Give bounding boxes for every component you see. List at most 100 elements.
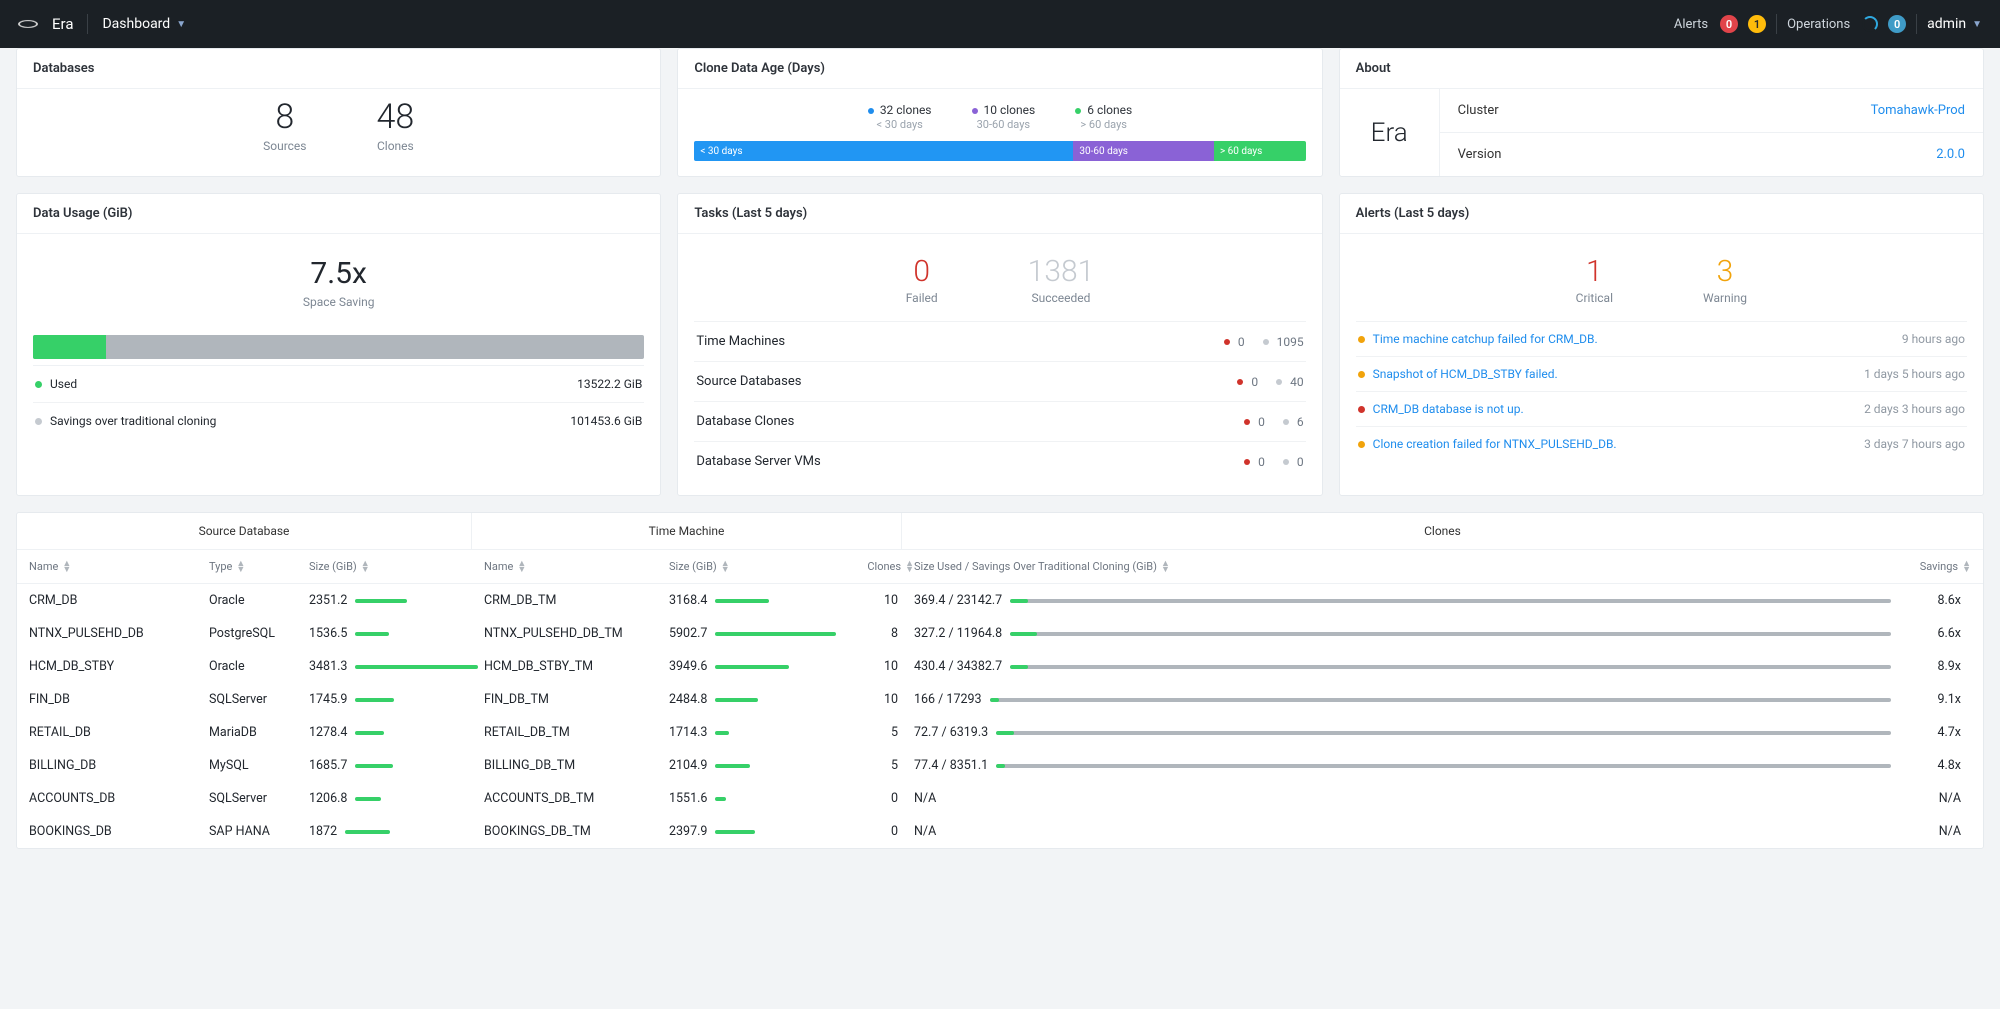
tasks-failed-stat[interactable]: 0 Failed [906, 254, 938, 305]
task-row[interactable]: Database Server VMs 0 0 [694, 441, 1305, 481]
table-row[interactable]: BILLING_DB MySQL 1685.7 BILLING_DB_TM 21… [17, 749, 1983, 782]
clones-stat[interactable]: 48 Clones [377, 97, 415, 153]
about-row: ClusterTomahawk-Prod [1440, 89, 1983, 133]
clone-age-bar-segment: < 30 days [694, 141, 1073, 161]
table-row[interactable]: BOOKINGS_DB SAP HANA 1872 BOOKINGS_DB_TM… [17, 815, 1983, 848]
brand: Era [52, 15, 73, 33]
usage-value: 13522.2 GiB [577, 377, 642, 391]
card-title: Tasks (Last 5 days) [678, 194, 1321, 234]
page: Databases 8 Sources 48 Clones Clone Data… [0, 48, 2000, 869]
card-about: About Era ClusterTomahawk-ProdVersion2.0… [1339, 48, 1984, 177]
alerts-critical-stat[interactable]: 1 Critical [1576, 254, 1613, 305]
nav-dashboard[interactable]: Dashboard ▼ [102, 16, 186, 32]
clone-age-legend: 32 clones< 30 days10 clones30-60 days6 c… [694, 103, 1305, 131]
task-row[interactable]: Database Clones 0 6 [694, 401, 1305, 441]
divider [1776, 14, 1777, 34]
space-saving-value: 7.5x [33, 256, 644, 291]
alert-link[interactable]: Clone creation failed for NTNX_PULSEHD_D… [1373, 437, 1617, 451]
col-size[interactable]: Size (GiB)▲▼ [309, 560, 484, 573]
table-row[interactable]: NTNX_PULSEHD_DB PostgreSQL 1536.5 NTNX_P… [17, 617, 1983, 650]
dot-fail-icon [1224, 339, 1230, 345]
cell-savings-detail: 166 / 17293 [914, 692, 1891, 707]
task-row[interactable]: Source Databases 0 40 [694, 361, 1305, 401]
divider [1916, 14, 1917, 34]
card-databases: Databases 8 Sources 48 Clones [16, 48, 661, 177]
cell-savings-detail: N/A [914, 791, 1891, 806]
cell-savings-detail: 327.2 / 11964.8 [914, 626, 1891, 641]
table-row[interactable]: HCM_DB_STBY Oracle 3481.3 HCM_DB_STBY_TM… [17, 650, 1983, 683]
col-type[interactable]: Type▲▼ [209, 560, 309, 573]
cell-type: SAP HANA [209, 824, 309, 839]
clone-age-bar-segment: 30-60 days [1073, 141, 1214, 161]
cell-size: 3481.3 [309, 659, 484, 674]
task-label: Time Machines [696, 334, 785, 349]
col-clones[interactable]: Clones▲▼ [849, 560, 914, 573]
alert-dot-icon [1358, 441, 1365, 448]
group-clones: Clones [902, 513, 1983, 550]
alerts-label[interactable]: Alerts [1674, 17, 1708, 32]
usage-legend-row: Savings over traditional cloning101453.6… [33, 402, 644, 439]
cell-savings-detail: 369.4 / 23142.7 [914, 593, 1891, 608]
cell-tm-name: CRM_DB_TM [484, 593, 669, 608]
tasks-failed-label: Failed [906, 291, 938, 305]
cell-tm-size: 5902.7 [669, 626, 849, 641]
about-value-link[interactable]: Tomahawk-Prod [1871, 103, 1965, 118]
col-tm-name[interactable]: Name▲▼ [484, 560, 669, 573]
operations-label[interactable]: Operations [1787, 17, 1850, 32]
alert-link[interactable]: Time machine catchup failed for CRM_DB. [1373, 332, 1598, 346]
savings-table: Source Database Time Machine Clones Name… [16, 512, 1984, 849]
cell-type: PostgreSQL [209, 626, 309, 641]
alert-row[interactable]: Snapshot of HCM_DB_STBY failed.1 days 5 … [1356, 356, 1967, 391]
alert-link[interactable]: CRM_DB database is not up. [1373, 402, 1524, 416]
table-row[interactable]: FIN_DB SQLServer 1745.9 FIN_DB_TM 2484.8… [17, 683, 1983, 716]
topbar-left: Era Dashboard ▼ [18, 14, 186, 34]
operations-count-badge[interactable]: 0 [1888, 15, 1906, 33]
alert-row[interactable]: Clone creation failed for NTNX_PULSEHD_D… [1356, 426, 1967, 461]
alert-link[interactable]: Snapshot of HCM_DB_STBY failed. [1373, 367, 1558, 381]
cell-type: Oracle [209, 659, 309, 674]
sources-stat[interactable]: 8 Sources [263, 97, 306, 153]
usage-value: 101453.6 GiB [570, 414, 642, 428]
card-title: Data Usage (GiB) [17, 194, 660, 234]
cell-clones: 5 [849, 758, 914, 773]
user-menu[interactable]: admin ▼ [1927, 16, 1982, 32]
user-label: admin [1927, 16, 1966, 32]
group-source-db: Source Database [17, 513, 472, 550]
cell-savings-detail: 77.4 / 8351.1 [914, 758, 1891, 773]
alerts-warning-label: Warning [1703, 291, 1747, 305]
alert-row[interactable]: Time machine catchup failed for CRM_DB.9… [1356, 321, 1967, 356]
sources-label: Sources [263, 139, 306, 153]
col-tm-size[interactable]: Size (GiB)▲▼ [669, 560, 849, 573]
cell-clones: 0 [849, 824, 914, 839]
cell-size: 1278.4 [309, 725, 484, 740]
sort-icon: ▲▼ [1161, 561, 1170, 573]
alerts-warning-stat[interactable]: 3 Warning [1703, 254, 1747, 305]
clone-age-legend-item: 10 clones30-60 days [972, 103, 1036, 131]
cell-type: Oracle [209, 593, 309, 608]
task-row[interactable]: Time Machines 0 1095 [694, 321, 1305, 361]
cell-tm-size: 2104.9 [669, 758, 849, 773]
cell-tm-size: 1714.3 [669, 725, 849, 740]
alerts-warning-badge[interactable]: 1 [1748, 15, 1766, 33]
alert-row[interactable]: CRM_DB database is not up.2 days 3 hours… [1356, 391, 1967, 426]
clones-count: 48 [377, 97, 415, 137]
sort-icon: ▲▼ [361, 561, 370, 573]
cell-savings: 9.1x [1891, 692, 1971, 707]
cell-tm-name: RETAIL_DB_TM [484, 725, 669, 740]
cell-type: MySQL [209, 758, 309, 773]
table-row[interactable]: ACCOUNTS_DB SQLServer 1206.8 ACCOUNTS_DB… [17, 782, 1983, 815]
col-savings[interactable]: Savings▲▼ [1891, 560, 1971, 573]
col-savings-detail[interactable]: Size Used / Savings Over Traditional Clo… [914, 560, 1891, 573]
cell-clones: 0 [849, 791, 914, 806]
alerts-critical-badge[interactable]: 0 [1720, 15, 1738, 33]
table-row[interactable]: RETAIL_DB MariaDB 1278.4 RETAIL_DB_TM 17… [17, 716, 1983, 749]
cell-tm-size: 1551.6 [669, 791, 849, 806]
col-name[interactable]: Name▲▼ [29, 560, 209, 573]
table-row[interactable]: CRM_DB Oracle 2351.2 CRM_DB_TM 3168.4 10… [17, 584, 1983, 617]
cell-savings-detail: 430.4 / 34382.7 [914, 659, 1891, 674]
dot-fail-icon [1244, 419, 1250, 425]
about-value-link[interactable]: 2.0.0 [1936, 147, 1965, 162]
tasks-succeeded-stat[interactable]: 1381 Succeeded [1028, 254, 1095, 305]
topbar: Era Dashboard ▼ Alerts 0 1 Operations 0 … [0, 0, 2000, 48]
dot-ok-icon [1283, 459, 1289, 465]
